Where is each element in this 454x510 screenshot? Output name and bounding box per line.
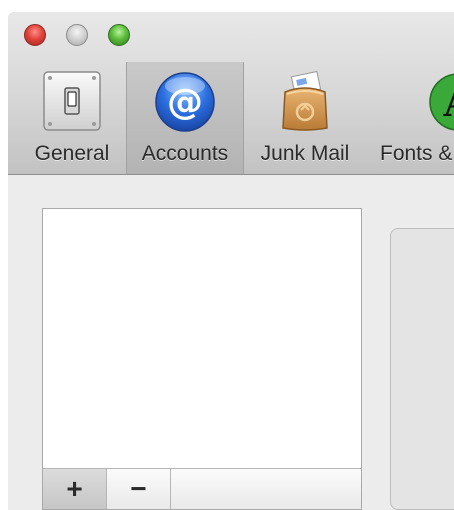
toolbar-item-general[interactable]: General [18,62,126,174]
at-sign-icon: @ [155,72,215,132]
add-account-button[interactable]: + [43,469,107,509]
toolbar-item-label: Accounts [141,142,229,165]
accounts-list-footer: + − [43,468,361,509]
close-window-button[interactable] [24,24,46,46]
remove-account-button[interactable]: − [107,469,171,509]
toolbar-item-label: Junk Mail [260,142,350,165]
toolbar-item-fonts[interactable]: A Fonts & [374,62,454,174]
toolbar-item-label: General [34,142,110,165]
toolbar-item-label: Fonts & [380,142,453,165]
preferences-window: General @ Accounts Junk Mail Fonts & + − [8,12,454,510]
toolbar-item-accounts[interactable]: @ Accounts [126,62,244,174]
fonts-icon: A [429,73,454,131]
zoom-window-button[interactable] [108,24,130,46]
svg-text:@: @ [167,82,203,123]
toolbar-item-junk-mail[interactable]: Junk Mail [246,62,364,174]
accounts-list[interactable]: + − [42,208,362,510]
preferences-toolbar: General @ Accounts Junk Mail Fonts & [8,12,454,175]
account-details-panel [390,228,454,510]
svg-text:A: A [443,80,454,126]
light-switch-icon [43,71,101,131]
minimize-window-button[interactable] [66,24,88,46]
junk-mail-bag-icon [282,70,328,131]
